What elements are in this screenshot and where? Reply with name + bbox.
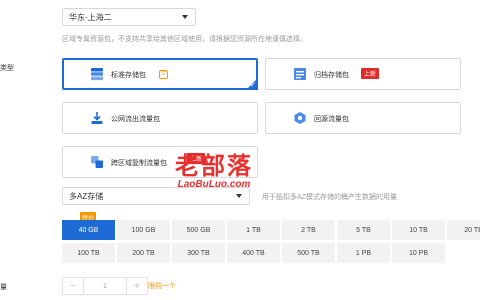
origin-icon [294, 112, 306, 124]
increment-button[interactable]: + [127, 278, 147, 294]
purchase-limit: 限购一个 [148, 283, 176, 290]
card-public-traffic-label: 公网流出流量包 [111, 116, 160, 123]
watermark-logo: 老部落 LaoBuLuo.com [175, 146, 253, 190]
storage-type-select[interactable]: 多AZ存储 [62, 187, 250, 205]
storage-type-hint: 用于抵扣多AZ模式存储的桶产生数据的用量 [262, 194, 397, 201]
capacity-option[interactable]: 100 GB [117, 220, 170, 240]
card-origin-traffic-label: 回源流量包 [314, 116, 349, 123]
capacity-option[interactable]: 1 TB [227, 220, 280, 240]
storage-type-value: 多AZ存储 [69, 191, 104, 201]
capacity-option[interactable]: 5 TB [337, 220, 390, 240]
capacity-option[interactable]: 400 TB [227, 243, 280, 263]
card-standard-storage[interactable]: 标准存储包 ⏱ ✓ [62, 58, 258, 90]
watermark-title: 老部落 [175, 152, 253, 180]
capacity-option[interactable]: 10 TB [392, 220, 445, 240]
capacity-option[interactable]: 40 GB [62, 220, 115, 240]
region-hint: 区域专属资源包，不支持共享给其他区域使用，请根据您资源所在地谨慎选择。 [62, 36, 307, 43]
card-public-traffic[interactable]: 公网流出流量包 [62, 102, 258, 134]
capacity-option[interactable]: 100 TB [62, 243, 115, 263]
card-cross-region-label: 跨区域复制流量包 [111, 160, 167, 167]
region-select[interactable]: 华东-上海二 [62, 8, 196, 26]
chevron-down-icon [182, 15, 188, 19]
storage-icon [91, 68, 103, 81]
capacity-option[interactable]: 500 GB [172, 220, 225, 240]
capacity-option[interactable]: 20 TB [447, 220, 480, 240]
quantity-label: 量 [0, 284, 7, 291]
decrement-button[interactable]: − [63, 278, 83, 294]
capacity-option[interactable]: 200 TB [117, 243, 170, 263]
card-archive-storage[interactable]: 归档存储包 上新 [265, 58, 461, 90]
card-standard-storage-label: 标准存储包 [111, 72, 146, 79]
new-badge: 上新 [361, 68, 380, 79]
capacity-option[interactable]: 1 PB [337, 243, 390, 263]
capacity-option[interactable]: 500 TB [282, 243, 335, 263]
chevron-down-icon [236, 194, 242, 198]
check-icon: ✓ [250, 82, 256, 89]
download-icon [91, 112, 103, 124]
capacity-option[interactable]: 2 TB [282, 220, 335, 240]
card-archive-storage-label: 归档存储包 [314, 72, 349, 79]
hot-icon: ⏱ [159, 70, 168, 79]
capacity-option[interactable]: 300 TB [172, 243, 225, 263]
quantity-stepper[interactable]: − 1 + [62, 277, 148, 295]
archive-icon [294, 68, 306, 80]
type-label: 类型 [0, 65, 14, 72]
card-origin-traffic[interactable]: 回源流量包 [265, 102, 461, 134]
replicate-icon [91, 156, 103, 168]
quantity-value[interactable]: 1 [83, 278, 127, 294]
region-select-value: 华东-上海二 [69, 12, 112, 22]
capacity-option[interactable]: 10 PB [392, 243, 445, 263]
